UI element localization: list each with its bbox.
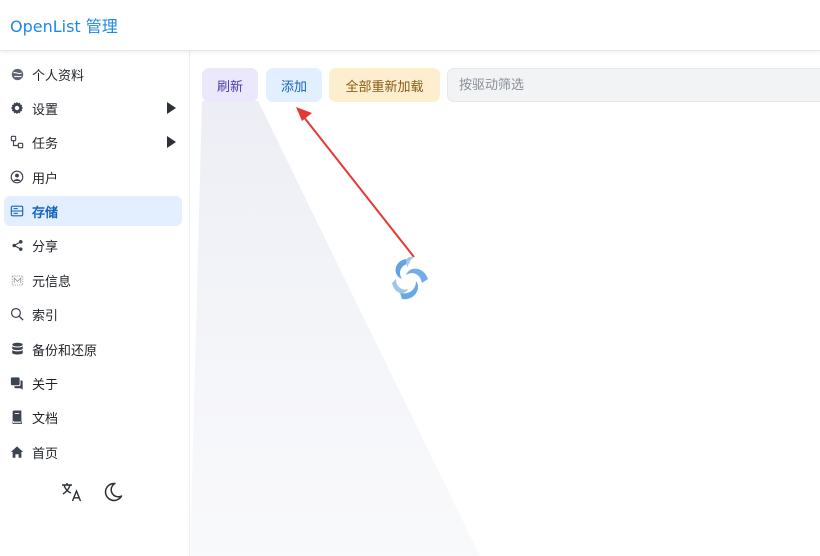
- storage-toolbar: 刷新 添加 全部重新加载: [190, 51, 820, 121]
- loading-light-beam: [190, 101, 480, 556]
- sidebar-item-label: 备份和还原: [32, 343, 98, 359]
- sidebar-item-index[interactable]: 索引: [4, 299, 182, 329]
- gear-icon: [10, 101, 24, 115]
- home-icon: [10, 445, 24, 459]
- sidebar-item-label: 任务: [32, 136, 59, 152]
- task-icon: [10, 135, 24, 149]
- profile-icon: [10, 67, 24, 81]
- sidebar-item-share[interactable]: 分享: [4, 230, 182, 260]
- share-icon: [10, 238, 24, 252]
- reload-all-button[interactable]: 全部重新加载: [329, 68, 440, 102]
- sidebar-item-label: 分享: [32, 239, 59, 255]
- about-icon: [10, 376, 24, 390]
- sidebar-item-settings[interactable]: 设置: [4, 93, 182, 123]
- top-header: OpenList 管理: [0, 0, 820, 51]
- sidebar-item-meta[interactable]: 元信息: [4, 265, 182, 295]
- sidebar-item-tasks[interactable]: 任务: [4, 127, 182, 157]
- loading-logo-icon: [384, 253, 436, 305]
- main-content: 刷新 添加 全部重新加载: [190, 51, 820, 556]
- sidebar-item-users[interactable]: 用户: [4, 162, 182, 192]
- sidebar-item-storage[interactable]: 存储: [4, 196, 182, 226]
- sidebar: 个人资料 设置 任务 用户 存储 分享 元信息 索引 备份和还原 关于 文档 首…: [0, 51, 190, 556]
- sidebar-footer: [0, 479, 189, 509]
- sidebar-item-label: 存储: [32, 205, 59, 221]
- refresh-button[interactable]: 刷新: [202, 68, 258, 102]
- chevron-right-icon: [166, 136, 176, 148]
- translate-icon[interactable]: [59, 479, 85, 505]
- storage-icon: [10, 204, 24, 218]
- page-title[interactable]: OpenList 管理: [10, 13, 118, 37]
- book-icon: [10, 410, 24, 424]
- sidebar-item-label: 文档: [32, 411, 59, 427]
- moon-icon[interactable]: [100, 479, 126, 505]
- sidebar-item-profile[interactable]: 个人资料: [4, 59, 182, 89]
- sidebar-item-home[interactable]: 首页: [4, 437, 182, 467]
- sidebar-item-label: 元信息: [32, 274, 72, 290]
- driver-filter-input[interactable]: [447, 68, 820, 102]
- sidebar-item-backup[interactable]: 备份和还原: [4, 334, 182, 364]
- sidebar-item-label: 索引: [32, 308, 59, 324]
- database-icon: [10, 342, 24, 356]
- sidebar-item-about[interactable]: 关于: [4, 368, 182, 398]
- sidebar-item-label: 设置: [32, 102, 59, 118]
- sidebar-item-docs[interactable]: 文档: [4, 402, 182, 432]
- meta-icon: [10, 273, 24, 287]
- add-button[interactable]: 添加: [266, 68, 322, 102]
- search-icon: [10, 307, 24, 321]
- annotation-arrow: [296, 107, 415, 258]
- sidebar-item-label: 首页: [32, 446, 59, 462]
- sidebar-item-label: 关于: [32, 377, 59, 393]
- sidebar-item-label: 用户: [32, 171, 59, 187]
- user-icon: [10, 170, 24, 184]
- app-window: OpenList 管理 个人资料 设置 任务 用户 存储 分享 元信息 索引 备…: [0, 0, 820, 556]
- sidebar-item-label: 个人资料: [32, 68, 85, 84]
- chevron-right-icon: [166, 102, 176, 114]
